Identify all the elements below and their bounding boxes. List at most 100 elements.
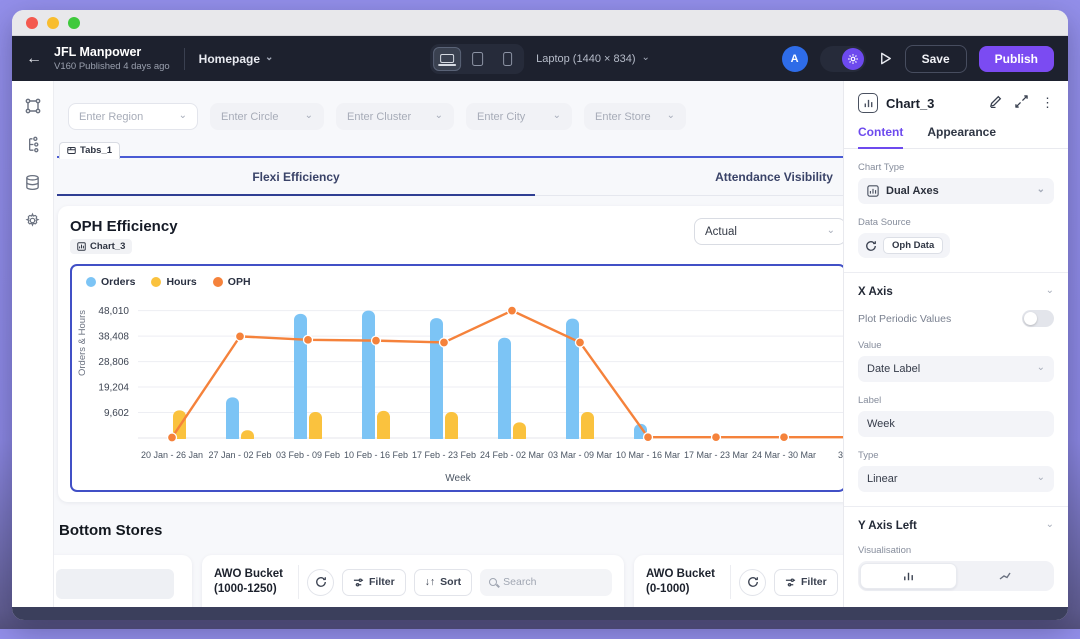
chevron-down-icon: ⌄ [1045,285,1054,296]
header-divider [183,47,185,70]
svg-text:20 Jan - 26 Jan: 20 Jan - 26 Jan [141,450,203,460]
collapse-panel-icon[interactable] [1015,95,1028,111]
legend-item-orders[interactable]: Orders [86,276,135,288]
y-axis-left-section-title: Y Axis Left [858,520,917,532]
cluster-filter-placeholder: Enter Cluster [347,110,412,123]
chart-widget-icon [858,93,878,113]
chevron-down-icon: ⌄ [265,51,274,63]
divider [298,565,299,599]
tab-content[interactable]: Content [858,125,904,149]
preview-play-button[interactable] [878,51,893,66]
chevron-down-icon: ⌄ [434,109,443,121]
visualisation-label: Visualisation [858,545,912,556]
chevron-down-icon: ⌄ [1045,519,1054,530]
window-titlebar [12,10,1068,36]
chart-type-select[interactable]: Dual Axes ⌄ [858,178,1054,204]
avatar[interactable]: A [781,45,808,72]
city-filter-placeholder: Enter City [477,110,526,123]
cluster-filter-select[interactable]: Enter Cluster ⌄ [336,103,454,130]
page-selector[interactable]: Homepage ⌄ [199,52,274,66]
store-card-loading [54,555,192,607]
chevron-down-icon: ⌄ [178,109,187,121]
more-options-icon[interactable]: ⋮ [1041,95,1054,111]
tabs-widget-badge[interactable]: Tabs_1 [59,142,121,159]
tabs-badge-label: Tabs_1 [80,145,113,156]
device-phone-button[interactable] [493,47,521,71]
chart-type-label: Chart Type [858,162,905,173]
legend-item-hours[interactable]: Hours [151,276,197,288]
save-button[interactable]: Save [904,44,967,73]
x-axis-section-title: X Axis [858,286,893,298]
x-value-label: Value [858,340,882,351]
data-source-label: Data Source [858,217,911,228]
filter-button-label: Filter [369,576,395,588]
settings-gear-icon[interactable] [24,211,42,229]
layer-tree-icon[interactable] [24,135,42,153]
device-tablet-button[interactable] [463,47,491,71]
filter-row: Enter Region ⌄ Enter Circle ⌄ Enter Cluste… [56,81,843,130]
chart-widget-badge[interactable]: Chart_3 [70,239,133,254]
refresh-button[interactable] [739,568,766,596]
assistant-toggle[interactable] [819,45,866,72]
store-card-title: AWO Bucket (0-1000) [646,568,716,595]
actual-mode-value: Actual [705,225,737,238]
minimize-window-button[interactable] [47,16,59,29]
search-input[interactable]: Search [480,568,612,596]
tab-flexi-efficiency[interactable]: Flexi Efficiency [57,158,535,196]
city-filter-select[interactable]: Enter City ⌄ [466,103,572,130]
tab-appearance[interactable]: Appearance [927,125,996,148]
chart-type-value: Dual Axes [886,185,939,197]
filter-button[interactable]: Filter [774,568,838,596]
x-type-select[interactable]: Linear ⌄ [858,466,1054,492]
viewport-size-selector[interactable]: Laptop (1440 × 834) ⌄ [536,52,650,65]
oph-efficiency-card: OPH Efficiency Chart_3 Actual ⌄ Orders Ho… [58,206,843,502]
y-axis-left-section-header[interactable]: Y Axis Left ⌄ [858,519,1054,533]
chart-widget-selected[interactable]: Orders Hours OPH Orders & Hours 9,602 19,20… [70,264,843,492]
store-filter-select[interactable]: Enter Store ⌄ [584,103,686,130]
bar-chart-icon [904,572,913,580]
edit-pencil-icon[interactable] [989,95,1002,111]
app-window: ← JFL Manpower V160 Published 4 days ago… [12,10,1068,620]
phone-icon [502,51,512,66]
dual-axes-chart: 9,602 19,204 28,806 38,408 48,010 20 Jan - 26… [72,305,843,460]
page-selector-label: Homepage [198,51,261,66]
frame-select-icon[interactable] [24,97,42,115]
device-laptop-button[interactable] [433,46,462,71]
sort-button[interactable]: ↓↑ Sort [413,568,473,596]
search-placeholder: Search [503,576,537,588]
chart-badge-label: Chart_3 [90,241,126,252]
plot-periodic-label: Plot Periodic Values [858,312,952,325]
filter-button[interactable]: Filter [342,568,406,596]
refresh-button[interactable] [307,568,334,596]
workspace: Enter Region ⌄ Enter Circle ⌄ Enter Cluste… [12,81,1068,607]
x-axis-section-header[interactable]: X Axis ⌄ [858,285,1054,299]
data-source-pill[interactable]: Oph Data [858,233,951,258]
laptop-icon [438,54,457,66]
actual-mode-select[interactable]: Actual ⌄ [694,218,843,245]
plot-periodic-toggle[interactable] [1022,310,1054,327]
window-bottom-edge [12,607,1068,620]
visualisation-line-option[interactable] [957,563,1052,589]
publish-button[interactable]: Publish [978,45,1054,72]
legend-item-oph[interactable]: OPH [212,276,251,288]
tab-attendance-visibility[interactable]: Attendance Visibility [535,158,843,195]
awo-bucket-0-1000-card: AWO Bucket (0-1000) Filter ↓↑ Sort [634,555,843,607]
x-value-select[interactable]: Date Label ⌄ [858,356,1054,382]
x-label-input[interactable]: Week [858,411,1054,437]
svg-text:19,204: 19,204 [98,383,129,394]
database-icon[interactable] [24,173,42,191]
zoom-window-button[interactable] [68,16,80,29]
svg-text:24 Feb - 02 Mar: 24 Feb - 02 Mar [480,450,544,460]
region-filter-select[interactable]: Enter Region ⌄ [68,103,198,130]
chevron-down-icon: ⌄ [304,109,313,121]
visualisation-bar-option[interactable] [860,563,957,589]
x-type-value: Linear [867,473,898,485]
close-window-button[interactable] [26,16,38,29]
y-axis-title: Orders & Hours [77,310,88,376]
circle-filter-select[interactable]: Enter Circle ⌄ [210,103,324,130]
section-divider [844,506,1068,507]
back-arrow-icon[interactable]: ← [26,50,42,68]
toggle-knob [1024,312,1037,325]
chevron-down-icon: ⌄ [1036,472,1045,483]
svg-text:17 Feb - 23 Feb: 17 Feb - 23 Feb [412,450,476,460]
